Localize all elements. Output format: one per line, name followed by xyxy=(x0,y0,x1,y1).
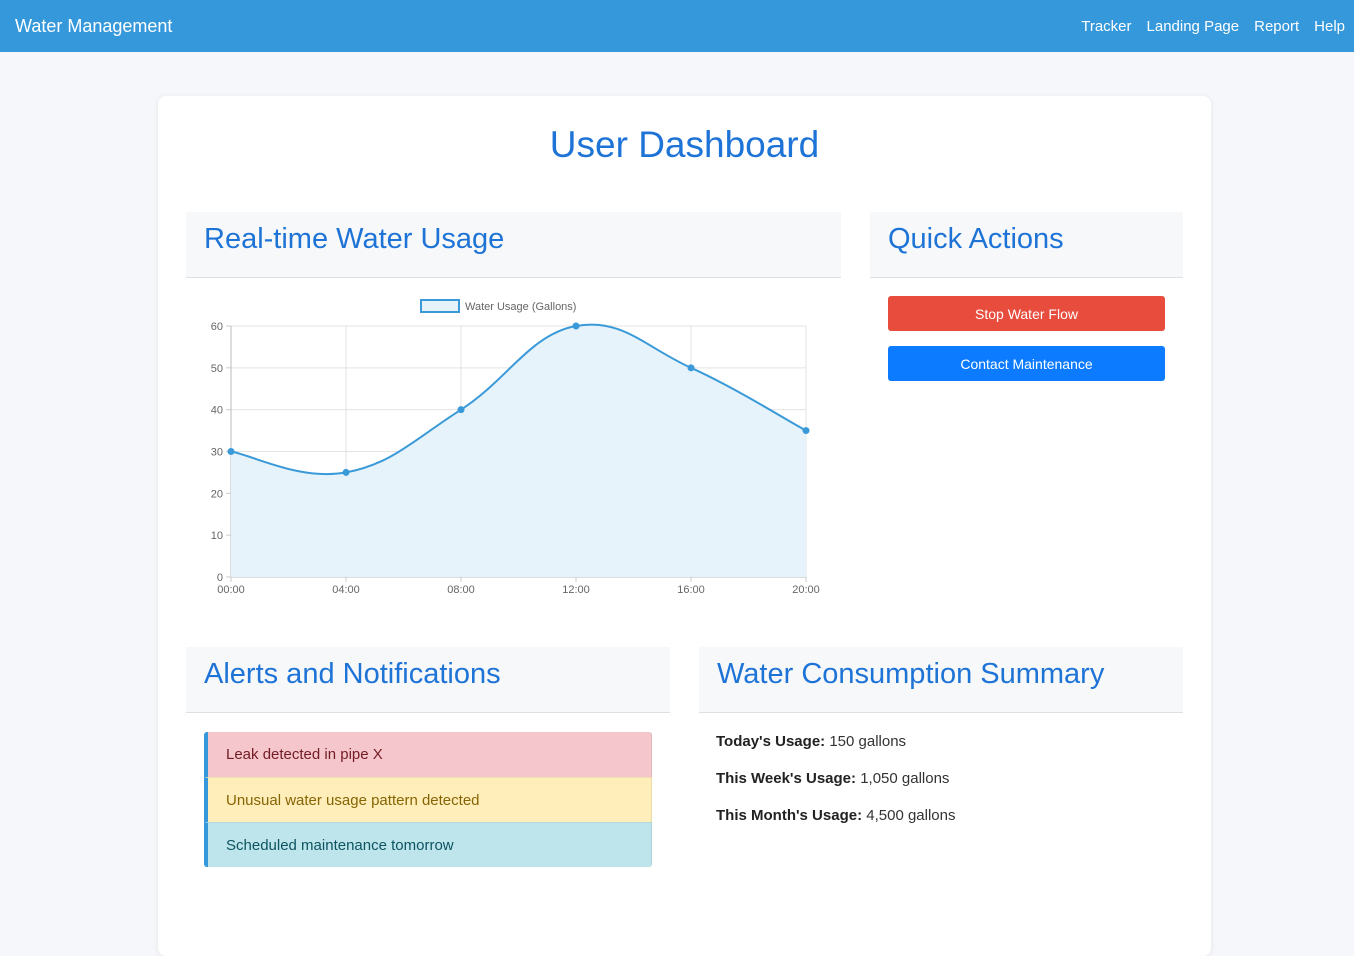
x-tick-label: 16:00 xyxy=(677,584,705,596)
page-title: User Dashboard xyxy=(549,124,820,165)
x-tick-label: 00:00 xyxy=(217,584,245,596)
data-point xyxy=(227,448,235,455)
y-tick-label: 40 xyxy=(211,405,223,417)
alerts-list: Leak detected in pipe X Unusual water us… xyxy=(204,732,652,867)
alert-item-maintenance: Scheduled maintenance tomorrow xyxy=(204,822,652,867)
x-tick-label: 04:00 xyxy=(332,584,360,596)
summary-label: This Week's Usage: xyxy=(716,770,857,787)
navbar: Water Management Tracker Landing Page Re… xyxy=(0,0,1354,52)
nav-link-help[interactable]: Help xyxy=(1314,18,1345,35)
series-area-fill xyxy=(231,324,806,577)
nav-link-tracker[interactable]: Tracker xyxy=(1081,18,1131,35)
brand-title[interactable]: Water Management xyxy=(15,16,172,37)
alert-text: Scheduled maintenance tomorrow xyxy=(226,836,454,854)
stop-water-flow-button[interactable]: Stop Water Flow xyxy=(888,296,1165,331)
summary-label: This Month's Usage: xyxy=(716,807,863,824)
chart-svg: 0 10 20 30 40 50 60 00:00 04:00 08:00 12:00 16:00 20… xyxy=(211,299,820,596)
summary-row-month: This Month's Usage: 4,500 gallons xyxy=(716,806,1156,843)
summary-value: 4,500 gallons xyxy=(866,807,956,824)
y-tick-label: 50 xyxy=(211,363,223,375)
y-tick-label: 20 xyxy=(211,488,223,500)
usage-card-header: Real-time Water Usage xyxy=(186,212,841,278)
data-point xyxy=(457,406,465,414)
nav-link-report[interactable]: Report xyxy=(1254,18,1299,35)
data-point xyxy=(572,322,580,330)
summary-label: Today's Usage: xyxy=(716,733,826,750)
alerts-card-header: Alerts and Notifications xyxy=(186,647,670,713)
summary-row-today: Today's Usage: 150 gallons xyxy=(716,732,1156,769)
summary-value: 1,050 gallons xyxy=(860,770,950,787)
water-usage-chart: 0 10 20 30 40 50 60 00:00 04:00 08:00 12:00 16:00 20… xyxy=(186,292,822,612)
alert-item-unusual-usage: Unusual water usage pattern detected xyxy=(204,777,652,822)
summary-card-header: Water Consumption Summary xyxy=(699,647,1183,713)
x-tick-label: 08:00 xyxy=(447,584,475,596)
consumption-summary: Today's Usage: 150 gallons This Week's U… xyxy=(716,732,1156,843)
alert-item-leak: Leak detected in pipe X xyxy=(204,732,652,777)
y-tick-label: 0 xyxy=(217,572,223,584)
alert-text: Unusual water usage pattern detected xyxy=(226,791,480,809)
x-tick-label: 20:00 xyxy=(792,584,820,596)
data-point xyxy=(687,364,695,372)
summary-value: 150 gallons xyxy=(829,733,907,750)
data-point xyxy=(342,468,350,476)
nav-link-landing-page[interactable]: Landing Page xyxy=(1147,18,1240,35)
actions-card-header: Quick Actions xyxy=(870,212,1183,278)
data-point xyxy=(802,427,810,435)
nav-links: Tracker Landing Page Report Help xyxy=(1081,18,1345,35)
y-tick-label: 10 xyxy=(211,530,223,542)
legend-label: Water Usage (Gallons) xyxy=(465,301,576,313)
contact-maintenance-button[interactable]: Contact Maintenance xyxy=(888,346,1165,381)
summary-row-week: This Week's Usage: 1,050 gallons xyxy=(716,769,1156,806)
x-tick-label: 12:00 xyxy=(562,584,590,596)
y-tick-label: 60 xyxy=(211,321,223,333)
dashboard-container: User Dashboard Real-time Water Usage 0 10… xyxy=(158,96,1211,956)
legend-swatch xyxy=(420,299,460,313)
alert-text: Leak detected in pipe X xyxy=(226,746,383,763)
y-tick-label: 30 xyxy=(211,447,223,459)
